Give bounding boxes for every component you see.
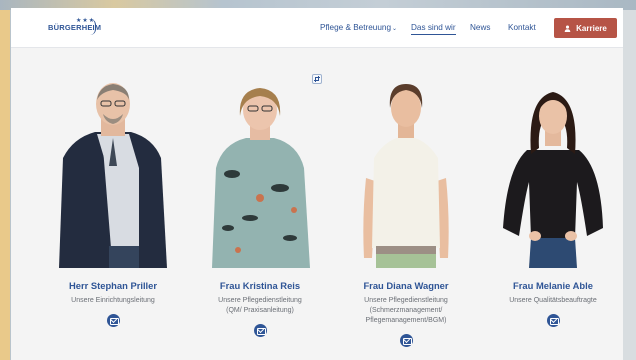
nav-item-pflege-betreuung[interactable]: Pflege & Betreuung⌄	[320, 23, 397, 32]
team-member-photo	[59, 83, 167, 268]
nav-item-das-sind-wir[interactable]: Das sind wir	[411, 23, 456, 35]
site-logo[interactable]: ★★★ BÜRGERHEIM	[48, 17, 101, 37]
team-member-photo	[503, 92, 603, 268]
team-member-role: Unsere Pflegedienstleitung (Schmerzmanag…	[364, 297, 448, 324]
team-member-role: Unsere Qualitätsbeauftragte	[509, 297, 597, 304]
team-member-card: Frau Diana Wagner Unsere Pflegedienstlei…	[336, 78, 476, 352]
team-member-card: Frau Kristina Reis Unsere Pflegedienstle…	[190, 78, 330, 342]
email-icon[interactable]	[253, 324, 267, 337]
career-button[interactable]: Karriere	[554, 18, 617, 38]
email-icon[interactable]	[399, 334, 413, 347]
content-panel: ★★★ BÜRGERHEIM Pflege & Betreuung⌄ Das s…	[11, 8, 623, 360]
team-member-name: Frau Melanie Able	[513, 280, 593, 291]
team-member-photo	[212, 88, 310, 268]
site-header: ★★★ BÜRGERHEIM Pflege & Betreuung⌄ Das s…	[11, 8, 623, 48]
team-member-card: Herr Stephan Priller Unsere Einrichtungs…	[43, 78, 183, 332]
nav-item-news[interactable]: News	[470, 23, 490, 32]
chevron-down-icon: ⌄	[392, 26, 398, 32]
nav-item-kontakt[interactable]: Kontakt	[508, 23, 536, 32]
user-icon	[564, 25, 571, 32]
team-member-photo	[363, 84, 449, 268]
team-member-name: Frau Diana Wagner	[363, 280, 449, 291]
team-member-role: Unsere Einrichtungsleitung	[71, 297, 155, 304]
team-member-card: Frau Melanie Able Unsere Qualitätsbeauft…	[483, 78, 623, 332]
logo-swoosh-icon	[90, 19, 96, 35]
email-icon[interactable]	[106, 314, 120, 327]
team-member-role: Unsere Pflegedienstleitung (QM/ Praxisan…	[218, 297, 302, 314]
team-member-name: Herr Stephan Priller	[68, 280, 158, 291]
team-member-name: Frau Kristina Reis	[219, 280, 301, 291]
email-icon[interactable]	[546, 314, 560, 327]
